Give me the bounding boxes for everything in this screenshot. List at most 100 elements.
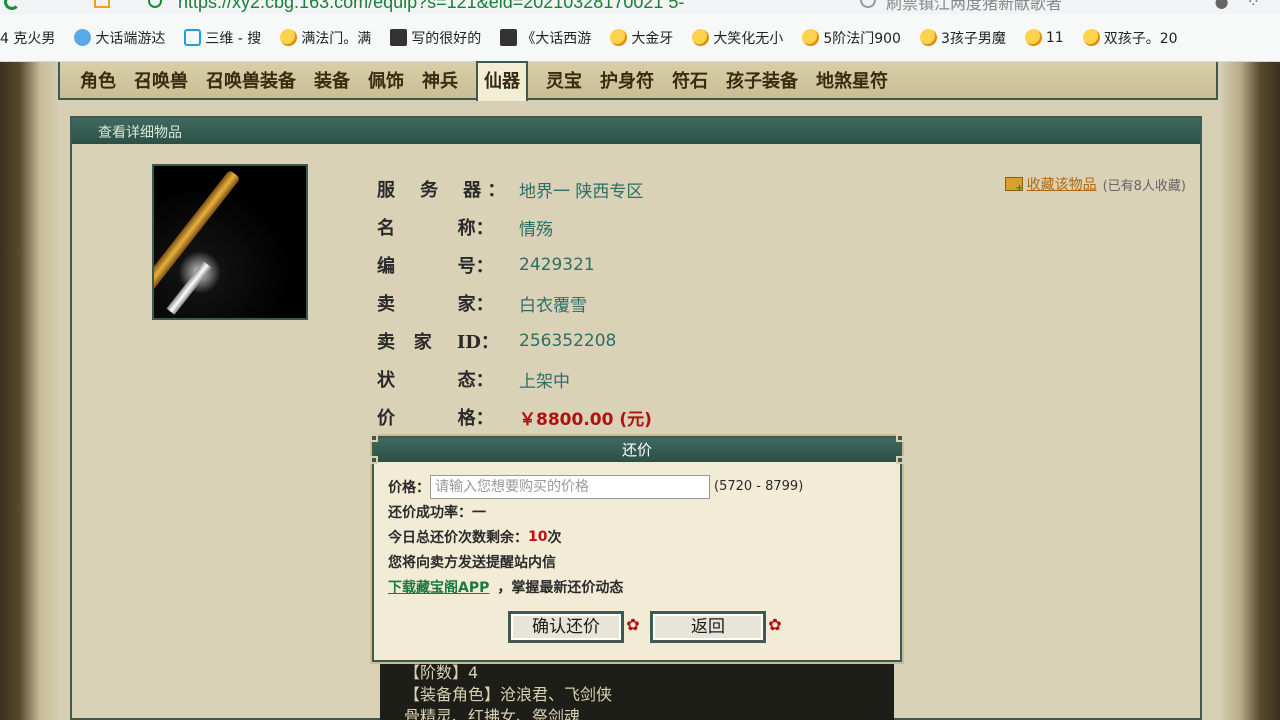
bird-icon — [280, 29, 298, 46]
info-value-price: ￥8800.00 (元) — [519, 409, 652, 430]
info-label: 编 号： — [377, 256, 494, 277]
bookmark-label: 满法门。满 — [301, 30, 372, 47]
info-label: 卖 家 ID： — [377, 332, 499, 353]
favorite-link[interactable]: 收藏该物品 — [1027, 174, 1097, 194]
bookmark-item[interactable]: 三维 - 搜 — [184, 28, 261, 48]
panel-title: 查看详细物品 — [72, 118, 1200, 144]
tab-7[interactable]: 灵宝 — [546, 67, 582, 93]
back-label: 返回 — [691, 617, 725, 637]
price-range: (5720 - 8799) — [714, 479, 804, 494]
bookmark-item[interactable]: 5阶法门900 — [802, 28, 901, 48]
desc-line: 【装备角色】沧浪君、飞剑侠 — [404, 685, 613, 704]
tab-4[interactable]: 佩饰 — [368, 67, 404, 93]
bookmark-item[interactable]: 大金牙 — [610, 28, 673, 48]
remaining-count: 10 — [528, 528, 548, 545]
secure-icon — [148, 0, 162, 8]
info-label: 状 态： — [377, 370, 494, 391]
folder-add-icon[interactable] — [1004, 177, 1024, 194]
info-value-seller: 白衣覆雪 — [519, 295, 587, 316]
download-app-link[interactable]: 下载藏宝阁APP — [388, 577, 489, 597]
info-label: 名 称： — [377, 218, 494, 239]
tab-9[interactable]: 符石 — [672, 67, 708, 93]
tab-10[interactable]: 孩子装备 — [726, 67, 798, 93]
remaining-label: 今日总还价次数剩余： — [388, 529, 528, 546]
tab-11[interactable]: 地煞星符 — [816, 67, 888, 93]
browser-toolbar: https://xy2.cbg.163.com/equip?s=121&eid=… — [0, 0, 1280, 14]
success-rate-row: 还价成功率： 一 — [388, 499, 886, 524]
bookmarks-bar: 4 克火男 大话端游达 三维 - 搜 满法门。满 写的很好的 《大话西游 大金牙 大笑化无小 5… — [0, 14, 1280, 62]
bird-icon — [919, 29, 937, 46]
counter-offer-dialog: 还价 价格： (5720 - 8799) 还价成功率： 一 今日总还价次数剩余：… — [370, 434, 904, 662]
tab-6[interactable]: 仙器 — [476, 61, 528, 101]
remaining-unit: 次 — [547, 529, 562, 546]
tab-1[interactable]: 召唤兽 — [134, 67, 188, 93]
bookmark-item[interactable]: 满法门。满 — [280, 28, 371, 48]
bookmark-label: 《大话西游 — [521, 30, 592, 47]
tassel-icon: ✿ — [768, 615, 782, 634]
bookmark-label: 11 — [1045, 29, 1064, 46]
price-row: 价格： (5720 - 8799) — [388, 474, 886, 499]
category-tabs: 角色 召唤兽 召唤兽装备 装备 佩饰 神兵 仙器 灵宝 护身符 符石 孩子装备 地煞星符 — [58, 61, 1218, 101]
bookmark-label: 三维 - 搜 — [205, 30, 262, 47]
extensions-icon[interactable]: ⁘ — [1247, 0, 1260, 11]
info-label: 卖 家： — [377, 294, 494, 315]
info-value-serial: 2429321 — [519, 255, 595, 275]
info-row-price: 价 格： ￥8800.00 (元) — [377, 398, 652, 436]
download-tail: ，掌握最新还价动态 — [497, 579, 624, 596]
home-icon[interactable] — [94, 0, 110, 8]
info-value-seller-id: 256352208 — [519, 331, 617, 351]
dark-icon — [500, 29, 518, 46]
confirm-label: 确认还价 — [532, 617, 600, 637]
bird-icon — [610, 29, 628, 46]
bird-icon — [802, 29, 820, 46]
bookmark-label: 4 克火男 — [0, 30, 56, 47]
back-button[interactable]: 返回 ✿ — [650, 611, 782, 643]
profile-icon[interactable]: ● — [1215, 0, 1229, 11]
info-row-seller-id: 卖 家 ID： 256352208 — [377, 322, 652, 360]
bookmark-item[interactable]: 3孩子男魔 — [919, 28, 1006, 48]
address-bar[interactable]: https://xy2.cbg.163.com/equip?s=121&eid=… — [178, 0, 684, 13]
confirm-counter-offer-button[interactable]: 确认还价 ✿ — [508, 611, 640, 643]
sword-blade-icon — [166, 261, 212, 315]
tab-2[interactable]: 召唤兽装备 — [206, 67, 296, 93]
desc-line: 【阶数】4 — [404, 663, 479, 682]
bookmark-item[interactable]: 大话端游达 — [74, 28, 165, 48]
corner-ornament — [370, 456, 378, 464]
corner-ornament — [896, 434, 904, 442]
bookmark-item[interactable]: 《大话西游 — [500, 28, 591, 48]
reload-icon[interactable] — [4, 0, 20, 10]
bookmark-item[interactable]: 写的很好的 — [390, 28, 481, 48]
bookmark-item[interactable]: 11 — [1024, 29, 1064, 46]
info-row-serial: 编 号： 2429321 — [377, 246, 652, 284]
tab-0[interactable]: 角色 — [80, 67, 116, 93]
bookmark-item[interactable]: 大笑化无小 — [692, 28, 783, 48]
tab-5[interactable]: 神兵 — [422, 67, 458, 93]
bookmark-label: 大笑化无小 — [713, 30, 784, 47]
corner-ornament — [370, 434, 378, 442]
tassel-icon: ✿ — [626, 615, 640, 634]
search-box[interactable]: 刷票镇江两度猪新献歌者 — [886, 0, 1062, 14]
tv-icon — [184, 29, 202, 46]
tab-8[interactable]: 护身符 — [600, 67, 654, 93]
notice-text: 您将向卖方发送提醒站内信 — [388, 554, 556, 571]
item-description: 【阶数】4 【装备角色】沧浪君、飞剑侠 骨精灵、红拂女、祭剑魂 — [380, 658, 894, 720]
search-icon[interactable] — [860, 0, 876, 8]
tab-3[interactable]: 装备 — [314, 67, 350, 93]
download-row: 下载藏宝阁APP ，掌握最新还价动态 — [388, 574, 886, 599]
cloud-icon — [74, 29, 92, 46]
info-row-status: 状 态： 上架中 — [377, 360, 652, 398]
success-rate-label: 还价成功率： — [388, 504, 472, 521]
price-input[interactable] — [430, 474, 710, 499]
bookmark-item[interactable]: 4 克火男 — [0, 28, 55, 48]
item-image — [152, 164, 308, 320]
success-rate-value: 一 — [472, 504, 486, 521]
bird-icon — [1082, 29, 1100, 46]
bookmark-label: 5阶法门900 — [823, 30, 901, 47]
dialog-title: 还价 — [374, 438, 900, 462]
info-label: 价 格： — [377, 408, 494, 429]
info-value-name: 情殇 — [519, 219, 553, 240]
notice-row: 您将向卖方发送提醒站内信 — [388, 549, 886, 574]
bird-icon — [692, 29, 710, 46]
info-row-name: 名 称： 情殇 — [377, 208, 652, 246]
bookmark-item[interactable]: 双孩子。20 — [1082, 28, 1178, 48]
